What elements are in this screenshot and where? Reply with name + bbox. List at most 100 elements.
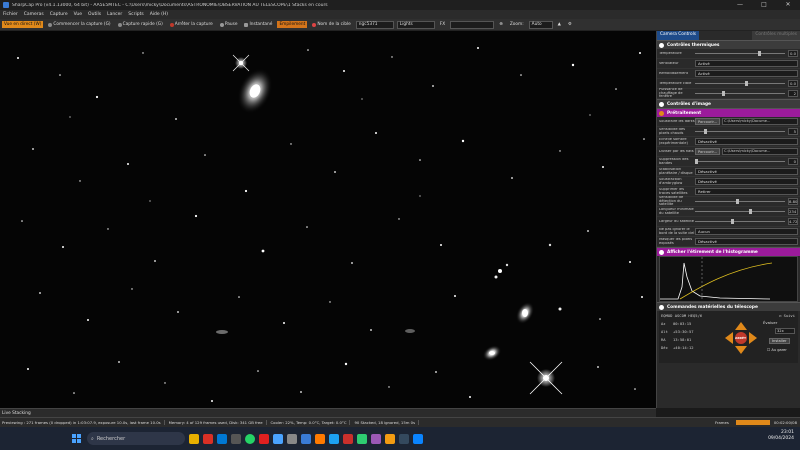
heating-knob[interactable] bbox=[722, 91, 725, 96]
whatsapp-icon[interactable] bbox=[245, 433, 255, 444]
app-icon-purple[interactable] bbox=[371, 433, 381, 444]
app-icon-orange[interactable] bbox=[315, 433, 325, 444]
section-preprocessing[interactable]: Prétraitement bbox=[657, 108, 800, 117]
sharpcap-icon[interactable] bbox=[301, 433, 311, 444]
snapshot-button[interactable]: Instantané bbox=[242, 21, 274, 28]
banding-value[interactable]: 0 bbox=[788, 158, 798, 165]
dark-path-select[interactable]: C:\Users\micky\Docume... bbox=[722, 118, 798, 125]
flat-path-select[interactable]: C:\Users\micky\Docume... bbox=[722, 148, 798, 155]
dark-browse-button[interactable]: Parcourir... bbox=[695, 118, 721, 125]
app-icon-green[interactable] bbox=[357, 433, 367, 444]
dark-scale-select[interactable]: Désactivé bbox=[695, 138, 798, 145]
threshold-value[interactable]: 8.80 bbox=[788, 198, 798, 205]
section-histogram[interactable]: Afficher l'étirement de l'histogramme bbox=[657, 247, 800, 256]
frame-type-select[interactable]: Lights bbox=[396, 20, 435, 29]
quick-capture-button[interactable]: Capture rapide (G) bbox=[116, 21, 165, 28]
fx-select[interactable] bbox=[450, 20, 495, 29]
tab-camera-controls[interactable]: Camera Controls bbox=[657, 31, 699, 40]
hot-pixels-knob[interactable] bbox=[704, 129, 707, 134]
heating-slider[interactable] bbox=[695, 91, 785, 96]
target-temp-knob[interactable] bbox=[744, 81, 748, 86]
stack-button[interactable]: Empilement bbox=[277, 21, 308, 28]
target-name-input[interactable]: ngc5371 bbox=[355, 20, 394, 29]
amp-glow-select[interactable]: Désactivé bbox=[695, 178, 798, 185]
slew-up-arrow[interactable] bbox=[735, 322, 747, 330]
slew-left-arrow[interactable] bbox=[725, 332, 733, 344]
threshold-slider[interactable] bbox=[695, 199, 785, 204]
section-thermal[interactable]: Contrôles thermiques bbox=[657, 40, 800, 49]
min-length-slider[interactable] bbox=[695, 209, 785, 214]
menu-aide[interactable]: Aide (H) bbox=[150, 12, 168, 17]
slew-down-arrow[interactable] bbox=[735, 346, 747, 354]
file-explorer-icon[interactable] bbox=[189, 433, 199, 444]
pause-button[interactable]: Pause bbox=[218, 21, 240, 28]
maximize-button[interactable]: □ bbox=[752, 0, 776, 10]
taskbar-search[interactable]: ⌕ Rechercher bbox=[87, 432, 185, 445]
menu-scripts[interactable]: Scripts bbox=[128, 12, 143, 17]
section-telescope[interactable]: Commandes matérielles du télescope bbox=[657, 302, 800, 311]
fan-select[interactable]: Activé bbox=[695, 60, 798, 67]
app-icon-slate[interactable] bbox=[399, 433, 409, 444]
close-button[interactable]: ✕ bbox=[776, 0, 800, 10]
live-stacking-tab[interactable]: Live Stacking bbox=[0, 408, 656, 417]
flat-browse-button[interactable]: Parcourir... bbox=[695, 148, 721, 155]
target-temp-value[interactable]: 0.0 bbox=[788, 80, 798, 87]
windows-start-icon[interactable] bbox=[72, 434, 81, 443]
satellite-select[interactable]: Retirer bbox=[695, 188, 798, 195]
stabilize-select[interactable]: Désactivé bbox=[695, 168, 798, 175]
rate-select[interactable]: 32x bbox=[775, 328, 795, 334]
app-icon-blue[interactable] bbox=[273, 433, 283, 444]
app-icon-amber[interactable] bbox=[385, 433, 395, 444]
histogram-tool-icon[interactable]: ▲ bbox=[556, 21, 563, 28]
slew-right-arrow[interactable] bbox=[749, 332, 757, 344]
section-image-controls[interactable]: Contrôles d'image bbox=[657, 99, 800, 108]
app-icon-gray[interactable] bbox=[287, 433, 297, 444]
menu-capture[interactable]: Capture bbox=[50, 12, 68, 17]
stop-icon bbox=[169, 22, 174, 27]
start-capture-button[interactable]: Commencer la capture (G) bbox=[46, 21, 112, 28]
app-icon-dark-red[interactable] bbox=[343, 433, 353, 444]
target-name-button[interactable]: Nom de la cible bbox=[310, 21, 352, 28]
app-icon-red[interactable] bbox=[203, 433, 213, 444]
image-viewport[interactable] bbox=[0, 31, 656, 408]
histogram-display[interactable] bbox=[659, 256, 798, 302]
store-icon[interactable] bbox=[217, 433, 227, 444]
hot-pixels-slider[interactable] bbox=[695, 129, 785, 134]
app-icon-n[interactable] bbox=[231, 433, 241, 444]
banding-knob[interactable] bbox=[695, 159, 698, 164]
menu-outils[interactable]: Outils bbox=[88, 12, 101, 17]
park-checkbox[interactable]: ☐ Au garer bbox=[767, 348, 787, 352]
menu-vue[interactable]: Vue bbox=[74, 12, 82, 17]
minimize-button[interactable]: — bbox=[728, 0, 752, 10]
youtube-icon[interactable] bbox=[259, 433, 269, 444]
heating-value[interactable]: 2 bbox=[788, 90, 798, 97]
cooling-select[interactable]: Activé bbox=[695, 70, 798, 77]
taskbar-clock[interactable]: 23:01 09/04/2024 bbox=[768, 430, 794, 442]
app-icon-sky[interactable] bbox=[329, 433, 339, 444]
menu-lancer[interactable]: Lancer bbox=[107, 12, 122, 17]
live-view-button[interactable]: Vue en direct (W) bbox=[2, 21, 44, 28]
app-icon-azure[interactable] bbox=[413, 433, 423, 444]
mask-select[interactable]: Désactivé bbox=[695, 238, 798, 245]
threshold-knob[interactable] bbox=[735, 199, 739, 204]
target-temp-slider[interactable] bbox=[695, 81, 785, 86]
row-cooling: Refroidissement Activé bbox=[657, 69, 800, 79]
width-slider[interactable] bbox=[695, 219, 785, 224]
install-button[interactable]: Installer bbox=[769, 338, 790, 344]
zoom-select[interactable]: Auto bbox=[528, 20, 553, 29]
banding-slider[interactable] bbox=[695, 159, 785, 164]
stabilize-label: Stabilisation planétaire / disque bbox=[659, 167, 693, 175]
width-knob[interactable] bbox=[731, 219, 734, 224]
min-length-value[interactable]: 234 bbox=[788, 208, 798, 215]
tab-multiple-controls[interactable]: Contrôles multiples bbox=[752, 31, 800, 40]
settings-icon[interactable]: ⚙ bbox=[566, 21, 574, 28]
hot-pixels-value[interactable]: 5 bbox=[788, 128, 798, 135]
menu-fichier[interactable]: Fichier bbox=[3, 12, 18, 17]
min-length-knob[interactable] bbox=[749, 209, 752, 214]
stop-capture-button[interactable]: Arrêter la capture bbox=[168, 21, 215, 28]
tracking-checkbox[interactable]: ☑ Suivi bbox=[779, 313, 795, 318]
width-value[interactable]: 4.72 bbox=[788, 218, 798, 225]
reticle-icon[interactable]: ⊕ bbox=[497, 21, 505, 28]
edge-select[interactable]: Aucun bbox=[695, 228, 798, 235]
menu-cameras[interactable]: Cameras bbox=[24, 12, 44, 17]
